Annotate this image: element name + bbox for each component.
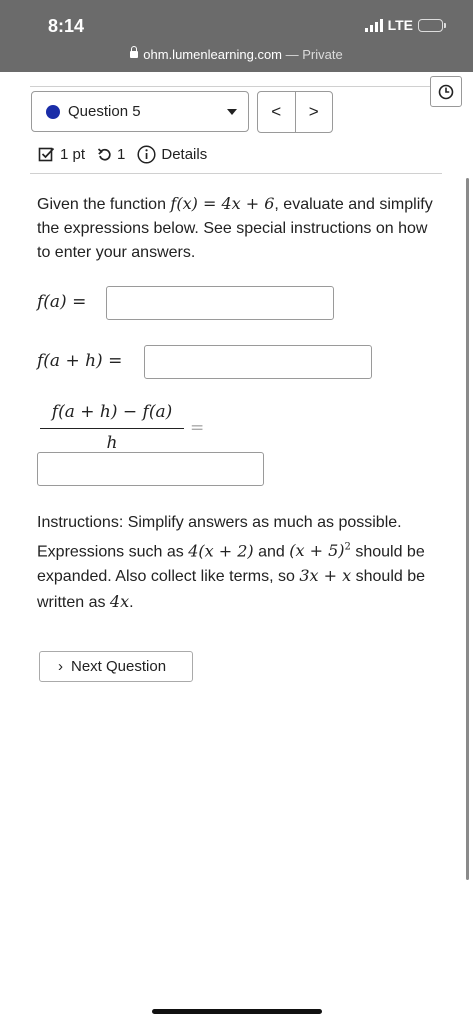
frac-numerator: f(a + h) − f(a) [51, 402, 173, 422]
attempts-value: 1 [117, 146, 126, 163]
chevron-right-icon: › [58, 658, 63, 675]
instructions-text: Instructions: Simplify answers as much a… [37, 514, 426, 611]
eq1-label: f(a) = [37, 292, 87, 312]
battery-icon [418, 18, 446, 32]
answer-fa-input[interactable] [106, 286, 334, 320]
points-value: 1 pt [60, 146, 86, 163]
retry-icon [97, 148, 111, 161]
prev-question-button[interactable]: < [258, 92, 295, 132]
prompt-function: f(x) = 4x + 6 [170, 194, 275, 213]
question-select-label: Question 5 [68, 103, 141, 120]
network-status: LTE [364, 17, 446, 33]
home-indicator[interactable] [152, 1009, 322, 1014]
meta-divider [30, 173, 442, 174]
answer-quotient-input[interactable] [37, 452, 264, 486]
question-select[interactable]: Question 5 [31, 91, 249, 132]
lock-icon [130, 46, 139, 58]
next-question-label: Next Question [71, 658, 167, 675]
next-question-arrow-button[interactable]: > [294, 92, 333, 132]
info-icon [137, 145, 156, 164]
status-bar: 8:14 LTE ohm.lumenlearning.com — Private [0, 0, 473, 72]
scrollbar[interactable] [466, 178, 469, 880]
question-meta: 1 pt 1 Details [38, 145, 207, 164]
eq2-label: f(a + h) = [37, 351, 123, 371]
difference-quotient: f(a + h) − f(a) h [40, 402, 184, 453]
signal-icon [364, 18, 383, 32]
frac-denominator: h [106, 433, 118, 453]
checkbox-icon [38, 147, 55, 162]
address-bar[interactable]: ohm.lumenlearning.com — Private [0, 46, 473, 62]
frac-equals: = [190, 418, 205, 438]
private-label: — Private [282, 47, 343, 62]
caret-down-icon [227, 109, 237, 115]
details-label: Details [161, 146, 208, 163]
question-prompt: Given the function f(x) = 4x + 6, evalua… [37, 192, 437, 265]
clock-icon [438, 84, 454, 99]
network-type: LTE [387, 17, 413, 33]
question-status-dot [46, 104, 60, 119]
top-divider [30, 86, 442, 87]
answer-fah-input[interactable] [144, 345, 372, 379]
timer-button[interactable] [430, 76, 462, 107]
next-question-button[interactable]: › Next Question [39, 651, 193, 682]
question-pager: < > [257, 91, 333, 133]
url-text: ohm.lumenlearning.com [143, 47, 283, 62]
details-link[interactable]: Details [137, 145, 207, 164]
status-time: 8:14 [48, 16, 85, 36]
prompt-text-1: Given the function [37, 196, 171, 213]
